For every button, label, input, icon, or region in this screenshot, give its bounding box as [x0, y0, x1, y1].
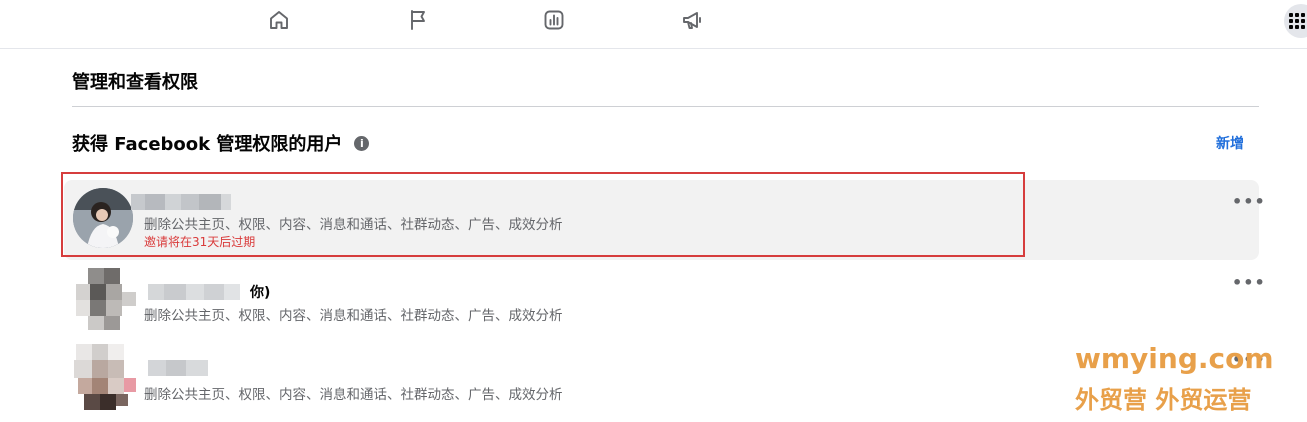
top-nav-bar: [0, 0, 1307, 49]
megaphone-icon[interactable]: [678, 6, 706, 34]
watermark-slogan: 外贸营 外贸运营: [1075, 386, 1252, 414]
user-name-blurred: [131, 194, 231, 210]
page-title: 管理和查看权限: [72, 72, 198, 93]
user-row[interactable]: 你) 删除公共主页、权限、内容、消息和通话、社群动态、广告、成效分析 •••: [64, 262, 1265, 342]
user-permissions: 删除公共主页、权限、内容、消息和通话、社群动态、广告、成效分析: [144, 308, 563, 324]
home-icon[interactable]: [265, 6, 293, 34]
info-icon[interactable]: i: [354, 135, 370, 151]
user-name-blurred: [148, 360, 208, 376]
insights-icon[interactable]: [540, 6, 568, 34]
user-name-suffix: 你): [250, 285, 271, 301]
user-name-blurred: [148, 284, 240, 300]
user-permissions: 删除公共主页、权限、内容、消息和通话、社群动态、广告、成效分析: [144, 387, 563, 403]
invite-expiry-status: 邀请将在31天后过期: [144, 235, 256, 249]
watermark-domain: wmying.com: [1075, 342, 1274, 375]
add-button[interactable]: 新增: [1216, 133, 1244, 153]
more-options-button[interactable]: •••: [1232, 273, 1266, 292]
subtitle-text: 获得 Facebook 管理权限的用户: [72, 134, 343, 155]
divider: [72, 106, 1259, 107]
user-row[interactable]: 删除公共主页、权限、内容、消息和通话、社群动态、广告、成效分析 邀请将在31天后…: [64, 180, 1265, 260]
user-permissions: 删除公共主页、权限、内容、消息和通话、社群动态、广告、成效分析: [144, 217, 563, 233]
grid-menu-icon[interactable]: [1284, 4, 1307, 38]
flag-icon[interactable]: [404, 6, 432, 34]
more-options-button[interactable]: •••: [1232, 192, 1266, 211]
avatar: [74, 344, 136, 410]
avatar: [76, 268, 136, 330]
section-subtitle: 获得 Facebook 管理权限的用户 i: [72, 130, 370, 156]
avatar: [73, 188, 133, 248]
